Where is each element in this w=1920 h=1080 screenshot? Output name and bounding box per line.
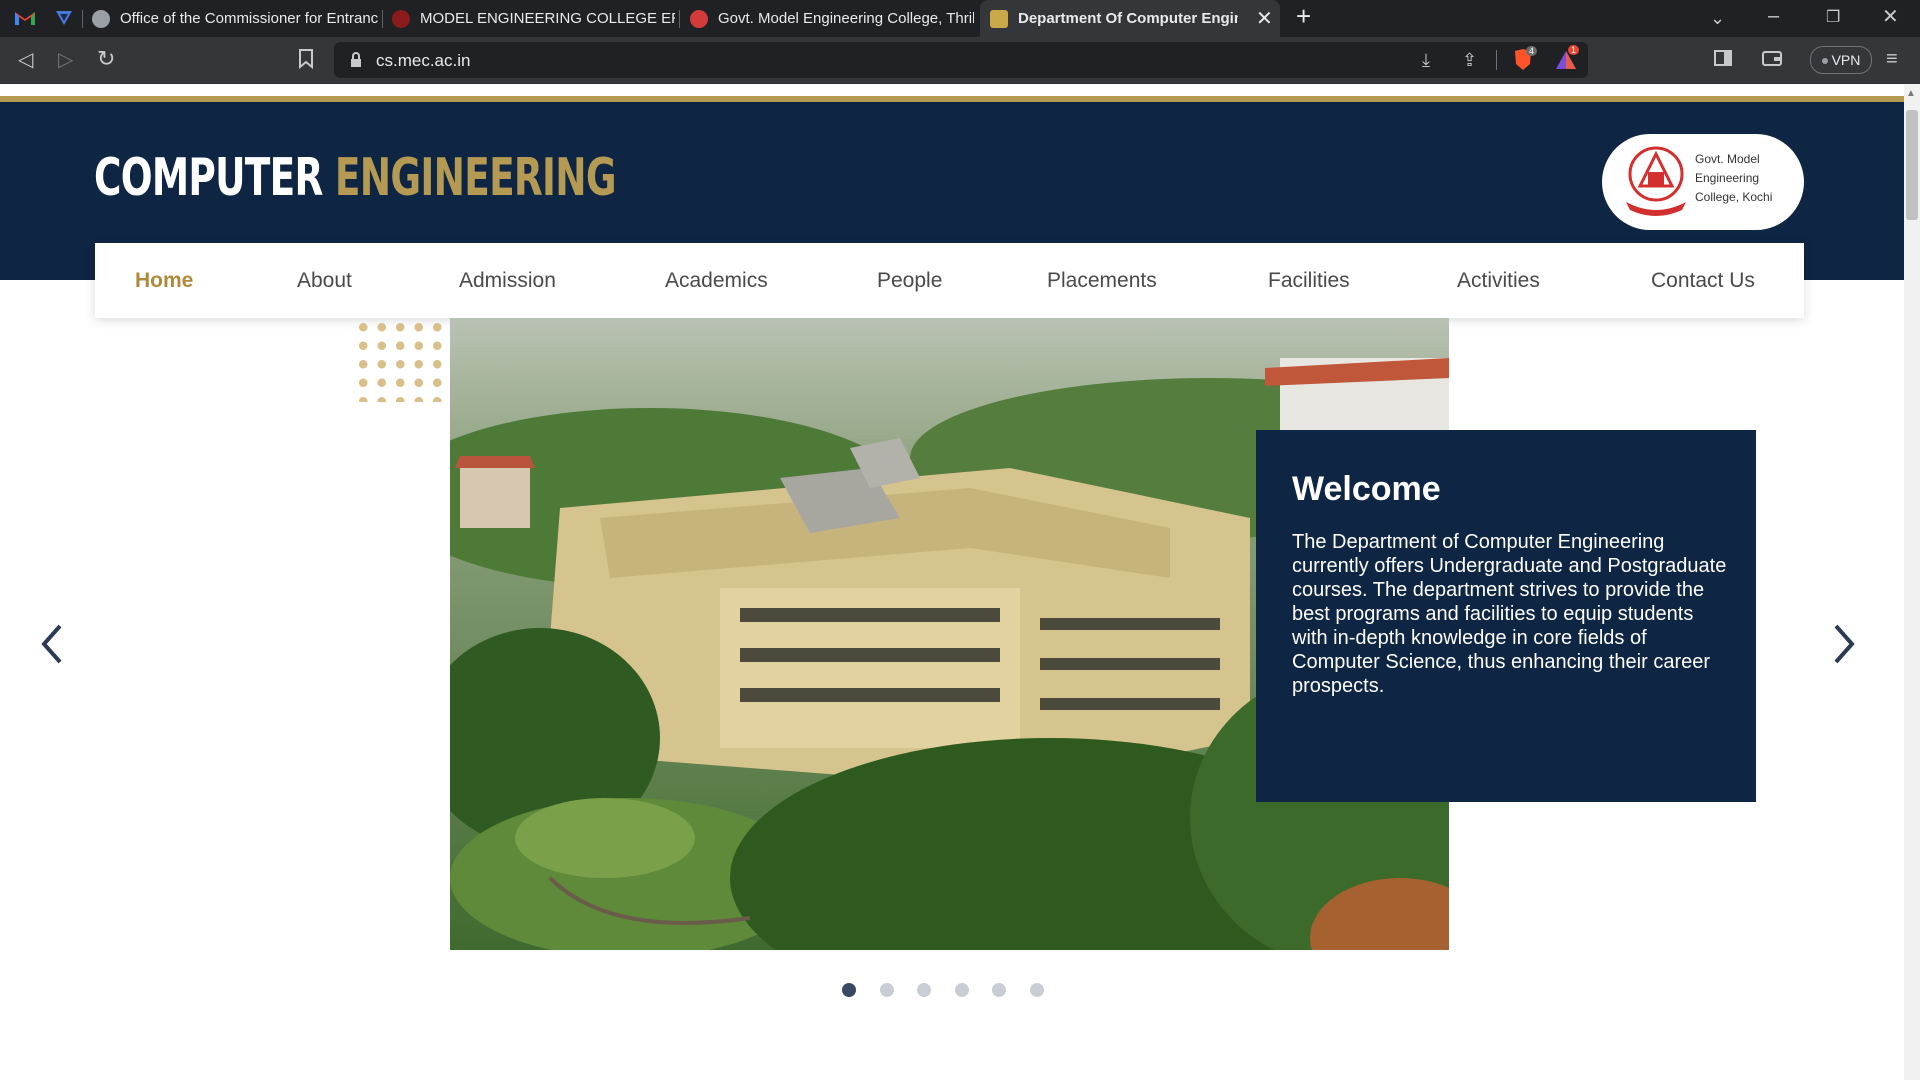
nav-placements[interactable]: Placements bbox=[1047, 243, 1157, 318]
page-scrollbar[interactable] bbox=[1904, 84, 1920, 1080]
nav-facilities[interactable]: Facilities bbox=[1268, 243, 1350, 318]
vpn-status-dot bbox=[1821, 58, 1828, 65]
menu-icon[interactable]: ≡ bbox=[1886, 49, 1898, 69]
nav-home[interactable]: Home bbox=[135, 243, 193, 318]
minimize-icon[interactable]: – bbox=[1768, 6, 1779, 26]
carousel-dot[interactable] bbox=[992, 983, 1006, 997]
window-close-icon[interactable]: ✕ bbox=[1882, 7, 1899, 27]
carousel-dot[interactable] bbox=[917, 983, 931, 997]
tab-title: Govt. Model Engineering College, Thrikka… bbox=[718, 10, 974, 27]
college-logo-text: Govt. Model Engineering College, Kochi bbox=[1695, 152, 1773, 204]
nav-contact-us[interactable]: Contact Us bbox=[1651, 243, 1755, 318]
site-brand[interactable]: COMPUTER ENGINEERING bbox=[94, 148, 617, 208]
nav-about[interactable]: About bbox=[297, 243, 352, 318]
share-icon[interactable]: ⇪ bbox=[1462, 50, 1477, 70]
nav-people[interactable]: People bbox=[877, 243, 942, 318]
lock-icon bbox=[350, 52, 362, 72]
install-icon[interactable]: ⤓ bbox=[1422, 50, 1430, 70]
cs-logo-icon bbox=[990, 9, 1008, 28]
arrow-left-icon[interactable]: ◁ bbox=[18, 50, 33, 70]
tab-separator bbox=[382, 10, 383, 28]
decorative-dot-grid bbox=[354, 318, 450, 402]
shield-count-badge: 4 bbox=[1526, 46, 1538, 56]
welcome-body: The Department of Computer Engineering c… bbox=[1292, 531, 1727, 697]
rewards-count-badge: 1 bbox=[1568, 45, 1580, 55]
welcome-heading: Welcome bbox=[1292, 470, 1441, 508]
tab-cee[interactable]: Office of the Commissioner for Entrance … bbox=[92, 0, 378, 37]
new-tab-icon[interactable]: + bbox=[1296, 3, 1311, 29]
pinned-tab-icon[interactable] bbox=[54, 9, 74, 27]
brand-word-engineering: ENGINEERING bbox=[334, 148, 617, 208]
vpn-button[interactable]: VPN bbox=[1810, 46, 1872, 74]
tab-govt-mec[interactable]: Govt. Model Engineering College, Thrikka… bbox=[690, 0, 974, 37]
mec-logo-icon bbox=[690, 9, 708, 28]
nav-academics[interactable]: Academics bbox=[665, 243, 768, 318]
reload-icon[interactable]: ↻ bbox=[97, 48, 115, 70]
arrow-right-icon[interactable]: ▷ bbox=[58, 50, 73, 70]
globe-icon bbox=[92, 9, 110, 28]
brand-word-computer: COMPUTER bbox=[94, 148, 323, 208]
scrollbar-thumb[interactable] bbox=[1906, 110, 1918, 220]
tab-title: Department Of Computer Engineering bbox=[1018, 10, 1238, 27]
main-nav: Home About Admission Academics People Pl… bbox=[95, 243, 1804, 318]
brave-shield-icon[interactable]: 4 bbox=[1512, 46, 1538, 72]
carousel-dot[interactable] bbox=[842, 983, 856, 997]
close-tab-icon[interactable]: ✕ bbox=[1256, 9, 1273, 29]
nav-activities[interactable]: Activities bbox=[1457, 243, 1540, 318]
tab-title: MODEL ENGINEERING COLLEGE ERNAKULAM bbox=[420, 10, 675, 27]
restore-icon[interactable]: ❐ bbox=[1826, 8, 1840, 28]
carousel-dot[interactable] bbox=[1029, 983, 1044, 997]
address-bar[interactable] bbox=[334, 42, 1588, 78]
nav-admission[interactable]: Admission bbox=[459, 243, 556, 318]
gmail-icon[interactable] bbox=[14, 9, 36, 27]
carousel-dot[interactable] bbox=[879, 983, 894, 997]
url-text[interactable]: cs.mec.ac.in bbox=[376, 51, 470, 71]
college-emblem-icon bbox=[1620, 144, 1692, 220]
welcome-card: Welcome The Department of Computer Engin… bbox=[1256, 430, 1756, 802]
wallet-icon[interactable] bbox=[1762, 50, 1782, 70]
sidebar-icon[interactable] bbox=[1714, 50, 1732, 70]
tab-search-icon[interactable]: ⌄ bbox=[1710, 8, 1725, 28]
carousel-dot[interactable] bbox=[954, 983, 969, 997]
scroll-up-arrow-icon[interactable]: ▲ bbox=[1906, 88, 1916, 99]
chevron-right-icon[interactable] bbox=[1830, 622, 1858, 676]
toolbar-divider bbox=[1496, 50, 1497, 70]
tab-separator bbox=[679, 10, 680, 28]
vpn-label: VPN bbox=[1831, 52, 1861, 68]
tab-title: Office of the Commissioner for Entrance … bbox=[120, 10, 378, 27]
bookmark-icon[interactable] bbox=[298, 49, 314, 73]
tab-separator bbox=[82, 10, 83, 28]
brave-rewards-icon[interactable]: 1 bbox=[1554, 45, 1580, 71]
tab-cs-department[interactable]: Department Of Computer Engineering bbox=[980, 0, 1280, 37]
tab-mec-ernakulam[interactable]: MODEL ENGINEERING COLLEGE ERNAKULAM bbox=[392, 0, 675, 37]
chevron-left-icon[interactable] bbox=[38, 622, 66, 676]
mec-logo-icon bbox=[392, 9, 410, 28]
